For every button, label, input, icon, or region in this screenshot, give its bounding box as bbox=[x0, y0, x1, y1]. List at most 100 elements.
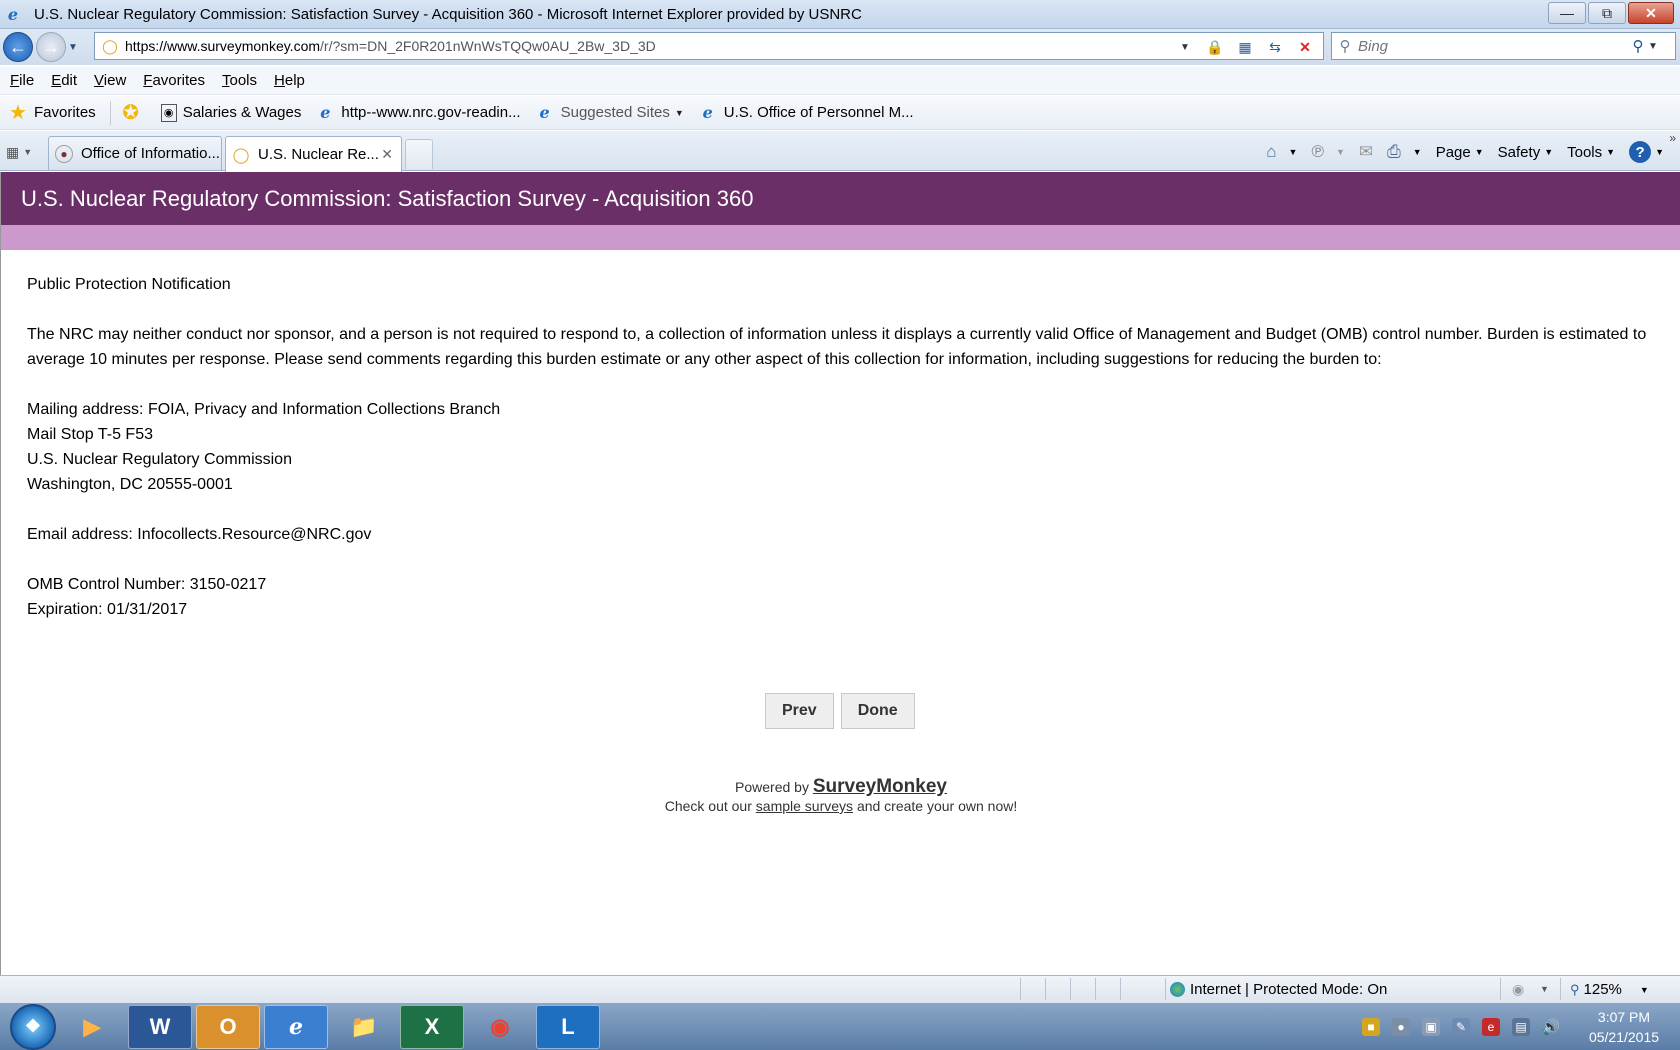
tools-menu[interactable]: Tools ▼ bbox=[1567, 144, 1615, 161]
media-player-app[interactable]: ▶ bbox=[60, 1005, 124, 1049]
print-button[interactable]: ⎙ ▼ bbox=[1387, 142, 1422, 162]
new-tab-button[interactable] bbox=[405, 139, 433, 169]
close-window-button[interactable]: ✕ bbox=[1628, 2, 1674, 24]
divider bbox=[1120, 978, 1121, 1000]
tab-us-nuclear[interactable]: ◯ U.S. Nuclear Re... ✕ bbox=[225, 136, 402, 172]
feeds-button[interactable]: ℗ ▼ bbox=[1311, 142, 1344, 162]
survey-header: U.S. Nuclear Regulatory Commission: Sati… bbox=[1, 172, 1680, 225]
back-button[interactable]: ← bbox=[3, 32, 33, 62]
chevron-down-icon: ▼ bbox=[674, 107, 684, 118]
prev-button[interactable]: Prev bbox=[765, 693, 834, 729]
search-provider-dropdown-icon[interactable]: ▼ bbox=[1648, 41, 1662, 52]
tab-office-of-information[interactable]: ● Office of Informatio... bbox=[48, 136, 222, 170]
menu-file[interactable]: File bbox=[10, 72, 34, 89]
chrome-app[interactable]: ◉ bbox=[468, 1005, 532, 1049]
menu-favorites[interactable]: Favorites bbox=[143, 72, 205, 89]
favorites-bar: ★ Favorites ✪ ◉ Salaries & Wages e http-… bbox=[0, 96, 1680, 130]
divider bbox=[1070, 978, 1071, 1000]
zoom-control[interactable]: ⚲ 125% ▼ bbox=[1570, 981, 1649, 998]
page-menu[interactable]: Page ▼ bbox=[1436, 144, 1484, 161]
device-icon[interactable]: ▣ bbox=[1422, 1017, 1440, 1036]
favorites-label: Favorites bbox=[34, 104, 96, 121]
powered-by-text: Powered by bbox=[735, 779, 809, 795]
status-bar: Internet | Protected Mode: On ◉ ▼ ⚲ 125%… bbox=[0, 975, 1680, 1003]
file-explorer-app[interactable]: 📁 bbox=[332, 1005, 396, 1049]
expiration-date: Expiration: 01/31/2017 bbox=[27, 601, 188, 618]
ie-page-icon: e bbox=[320, 103, 331, 122]
survey-title: U.S. Nuclear Regulatory Commission: Sati… bbox=[21, 185, 754, 211]
help-menu[interactable]: ? ▼ bbox=[1629, 141, 1664, 163]
omb-control-number: OMB Control Number: 3150-0217 bbox=[27, 576, 267, 593]
divider bbox=[1020, 978, 1021, 1000]
address-line: U.S. Nuclear Regulatory Commission bbox=[27, 451, 292, 468]
network-icon[interactable]: ▤ bbox=[1512, 1017, 1530, 1036]
quick-tabs-button[interactable]: ▦ ▼ bbox=[6, 140, 42, 164]
search-icon: ⚲ bbox=[1339, 38, 1351, 55]
recent-pages-dropdown-icon[interactable]: ▼ bbox=[68, 42, 78, 53]
security-zone[interactable]: Internet | Protected Mode: On bbox=[1170, 981, 1387, 998]
nrc-seal-icon: ● bbox=[55, 144, 73, 163]
divider bbox=[1165, 978, 1166, 1000]
favorite-opm[interactable]: e U.S. Office of Personnel M... bbox=[698, 103, 914, 123]
address-bar[interactable]: ◯ https://www.surveymonkey.com/r/?sm=DN_… bbox=[94, 32, 1324, 60]
search-input[interactable] bbox=[1358, 37, 1628, 55]
command-bar: ⌂ ▼ ℗ ▼ ✉ ⎙ ▼ Page ▼ Safety ▼ Tools ▼ ? … bbox=[1252, 139, 1664, 165]
survey-content: Public Protection Notification The NRC m… bbox=[1, 250, 1680, 622]
menu-tools[interactable]: Tools bbox=[222, 72, 257, 89]
surveymonkey-link[interactable]: SurveyMonkey bbox=[813, 776, 947, 797]
favorites-button[interactable]: ★ Favorites bbox=[8, 102, 96, 124]
start-button[interactable]: ❖ bbox=[10, 1003, 56, 1050]
address-dropdown-icon[interactable]: ▼ bbox=[1175, 42, 1195, 53]
search-go-icon[interactable]: ⚲ bbox=[1628, 37, 1648, 55]
antivirus-icon[interactable]: e bbox=[1482, 1017, 1500, 1036]
menu-view[interactable]: View bbox=[94, 72, 126, 89]
network-monitor-icon[interactable]: ● bbox=[1392, 1017, 1410, 1036]
restore-button[interactable]: ⧉ bbox=[1588, 2, 1626, 24]
menu-help[interactable]: Help bbox=[274, 72, 305, 89]
sample-surveys-link[interactable]: sample surveys bbox=[756, 798, 853, 814]
outlook-app[interactable]: O bbox=[196, 1004, 260, 1049]
notification-heading: Public Protection Notification bbox=[27, 276, 231, 293]
compatibility-view-icon[interactable]: ▦ bbox=[1235, 39, 1255, 56]
minimize-button[interactable]: — bbox=[1548, 2, 1586, 24]
volume-icon[interactable]: 🔊 bbox=[1542, 1018, 1561, 1036]
chevron-down-icon[interactable]: ▼ bbox=[1336, 147, 1345, 157]
add-to-favorites-button[interactable]: ✪ bbox=[121, 102, 147, 124]
lync-app[interactable]: L bbox=[536, 1004, 600, 1049]
refresh-icon[interactable]: ⇆ bbox=[1265, 39, 1285, 56]
popup-blocker-icon[interactable]: ◉ bbox=[1512, 981, 1524, 998]
favorite-salaries-wages[interactable]: ◉ Salaries & Wages bbox=[160, 103, 301, 122]
system-tray: ■ ● ▣ ✎ e ▤ 🔊 3:07 PM 05/21/2015 bbox=[1350, 1003, 1670, 1050]
favorite-nrc-reading[interactable]: e http--www.nrc.gov-readin... bbox=[315, 103, 520, 123]
internet-explorer-app[interactable]: e bbox=[264, 1004, 328, 1049]
word-app[interactable]: W bbox=[128, 1004, 192, 1049]
document-icon: ◉ bbox=[160, 103, 177, 122]
chevron-down-icon: ▼ bbox=[1544, 147, 1554, 157]
done-button[interactable]: Done bbox=[840, 693, 915, 729]
shield-icon[interactable]: ■ bbox=[1362, 1017, 1380, 1036]
forward-button[interactable]: → bbox=[36, 32, 66, 62]
pen-icon[interactable]: ✎ bbox=[1452, 1017, 1470, 1036]
ie-page-icon: e bbox=[702, 103, 713, 122]
home-button[interactable]: ⌂ ▼ bbox=[1266, 142, 1297, 162]
lock-icon[interactable]: 🔒 bbox=[1205, 39, 1225, 56]
page-viewport: U.S. Nuclear Regulatory Commission: Sati… bbox=[0, 172, 1680, 975]
stop-icon[interactable]: ✕ bbox=[1295, 39, 1315, 56]
excel-app[interactable]: X bbox=[400, 1004, 464, 1049]
close-tab-icon[interactable]: ✕ bbox=[381, 146, 393, 163]
search-box[interactable]: ⚲ ⚲ ▼ bbox=[1331, 32, 1676, 60]
chevron-down-icon[interactable]: ▼ bbox=[1289, 147, 1298, 157]
read-mail-button[interactable]: ✉ bbox=[1359, 142, 1373, 162]
safety-menu-label: Safety bbox=[1497, 143, 1541, 161]
tab-list-dropdown-icon[interactable]: ▼ bbox=[23, 147, 32, 157]
address-url[interactable]: https://www.surveymonkey.com/r/?sm=DN_2F… bbox=[125, 38, 656, 54]
safety-menu[interactable]: Safety ▼ bbox=[1498, 144, 1553, 161]
favorite-suggested-sites[interactable]: e Suggested Sites ▼ bbox=[535, 103, 684, 123]
chevron-down-icon[interactable]: ▼ bbox=[1413, 147, 1422, 157]
menu-edit[interactable]: Edit bbox=[51, 72, 77, 89]
chevron-down-icon[interactable]: ▼ bbox=[1540, 984, 1549, 994]
url-path: /r/?sm=DN_2F0R201nWnWsTQQw0AU_2Bw_3D_3D bbox=[320, 38, 656, 54]
system-clock[interactable]: 3:07 PM 05/21/2015 bbox=[1578, 1007, 1670, 1047]
more-commands-icon[interactable]: » bbox=[1669, 131, 1676, 145]
email-address: Email address: Infocollects.Resource@NRC… bbox=[27, 526, 372, 543]
